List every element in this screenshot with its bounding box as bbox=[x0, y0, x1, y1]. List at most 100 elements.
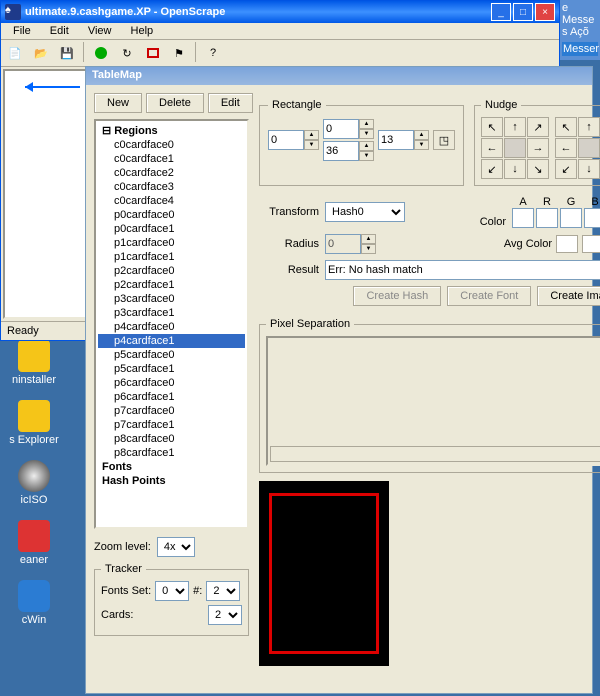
spin-up[interactable]: ▲ bbox=[359, 141, 374, 151]
edit-button[interactable]: Edit bbox=[208, 93, 253, 113]
spin-down[interactable]: ▼ bbox=[359, 129, 374, 139]
tree-item[interactable]: p2cardface1 bbox=[98, 278, 245, 292]
color-b[interactable] bbox=[584, 208, 600, 228]
cards-label: Cards: bbox=[101, 609, 133, 621]
tree-root-fonts[interactable]: Fonts bbox=[98, 460, 245, 474]
cards-select[interactable]: 2 bbox=[208, 605, 242, 625]
save-icon[interactable]: 💾 bbox=[55, 42, 79, 64]
tree-view[interactable]: ⊟ Regions c0cardface0c0cardface1c0cardfa… bbox=[94, 119, 249, 529]
nudge-nw[interactable]: ↖ bbox=[555, 117, 577, 137]
rect-y2[interactable] bbox=[378, 130, 414, 150]
tree-root-regions[interactable]: ⊟ Regions bbox=[98, 123, 245, 138]
menu-file[interactable]: File bbox=[5, 23, 39, 39]
refresh-icon[interactable]: ↻ bbox=[115, 42, 139, 64]
titlebar[interactable]: ♠ ultimate.9.cashgame.XP - OpenScrape _ … bbox=[1, 1, 559, 23]
tree-item[interactable]: p8cardface0 bbox=[98, 432, 245, 446]
tree-item[interactable]: c0cardface2 bbox=[98, 166, 245, 180]
zoom-select[interactable]: 4x bbox=[157, 537, 195, 557]
rect-x2[interactable] bbox=[323, 141, 359, 161]
red-box-icon[interactable] bbox=[141, 42, 165, 64]
delete-button[interactable]: Delete bbox=[146, 93, 204, 113]
tree-item[interactable]: p7cardface1 bbox=[98, 418, 245, 432]
color-r[interactable] bbox=[536, 208, 558, 228]
spin-down[interactable]: ▼ bbox=[304, 140, 319, 150]
spin-down[interactable]: ▼ bbox=[359, 151, 374, 161]
nudge-w[interactable]: ← bbox=[481, 138, 503, 158]
nudge-s[interactable]: ↓ bbox=[578, 159, 600, 179]
tree-item[interactable]: c0cardface3 bbox=[98, 180, 245, 194]
minimize-button[interactable]: _ bbox=[491, 3, 511, 21]
desktop-icon[interactable]: cWin bbox=[4, 580, 64, 626]
tree-item[interactable]: c0cardface1 bbox=[98, 152, 245, 166]
nudge-w[interactable]: ← bbox=[555, 138, 577, 158]
tree-item[interactable]: p4cardface0 bbox=[98, 320, 245, 334]
desktop-icon[interactable]: icISO bbox=[4, 460, 64, 506]
nudge-se[interactable]: ↘ bbox=[527, 159, 549, 179]
rect-draw-icon[interactable]: ◳ bbox=[433, 130, 455, 150]
flag-icon[interactable]: ⚑ bbox=[167, 42, 191, 64]
nudge-nw[interactable]: ↖ bbox=[481, 117, 503, 137]
spin-down[interactable]: ▼ bbox=[361, 244, 376, 254]
tree-item[interactable]: p5cardface1 bbox=[98, 362, 245, 376]
create-image-button[interactable]: Create Image bbox=[537, 286, 600, 306]
spin-up[interactable]: ▲ bbox=[304, 130, 319, 140]
color-label: Color bbox=[446, 216, 506, 228]
maximize-button[interactable]: □ bbox=[513, 3, 533, 21]
nudge-s[interactable]: ↓ bbox=[504, 159, 526, 179]
nudge-sw[interactable]: ↙ bbox=[555, 159, 577, 179]
horizontal-scrollbar[interactable] bbox=[270, 446, 600, 462]
spin-down[interactable]: ▼ bbox=[414, 140, 429, 150]
desktop-icon[interactable]: s Explorer bbox=[4, 400, 64, 446]
green-circle-icon[interactable] bbox=[89, 42, 113, 64]
avgcolor-label: Avg Color bbox=[492, 238, 552, 250]
tree-item[interactable]: p7cardface0 bbox=[98, 404, 245, 418]
nudge-group: Nudge ↖↑↗ ←→ ↙↓↘ ↖↑↗ ←→ ↙↓↘ bbox=[474, 99, 600, 186]
tree-item[interactable]: p0cardface1 bbox=[98, 222, 245, 236]
color-a-label: A bbox=[512, 196, 534, 208]
preview-outline bbox=[269, 493, 379, 654]
new-icon[interactable]: 📄 bbox=[3, 42, 27, 64]
color-a[interactable] bbox=[512, 208, 534, 228]
nudge-sw[interactable]: ↙ bbox=[481, 159, 503, 179]
tree-root-hashpoints[interactable]: Hash Points bbox=[98, 474, 245, 488]
color-g[interactable] bbox=[560, 208, 582, 228]
desktop-icon[interactable]: ninstaller bbox=[4, 340, 64, 386]
nudge-e[interactable]: → bbox=[527, 138, 549, 158]
tree-item[interactable]: p1cardface1 bbox=[98, 250, 245, 264]
transform-label: Transform bbox=[259, 206, 319, 218]
result-output bbox=[325, 260, 600, 280]
tree-item[interactable]: p1cardface0 bbox=[98, 236, 245, 250]
spin-up[interactable]: ▲ bbox=[359, 119, 374, 129]
tree-item[interactable]: p8cardface1 bbox=[98, 446, 245, 460]
pixsep-legend: Pixel Separation bbox=[266, 318, 354, 330]
nudge-n[interactable]: ↑ bbox=[504, 117, 526, 137]
tree-item[interactable]: c0cardface0 bbox=[98, 138, 245, 152]
fonts-set-select[interactable]: 0 bbox=[155, 581, 189, 601]
open-icon[interactable]: 📂 bbox=[29, 42, 53, 64]
tree-item[interactable]: p0cardface0 bbox=[98, 208, 245, 222]
rect-y1[interactable] bbox=[323, 119, 359, 139]
tree-item[interactable]: p6cardface0 bbox=[98, 376, 245, 390]
new-button[interactable]: New bbox=[94, 93, 142, 113]
tree-item[interactable]: p5cardface0 bbox=[98, 348, 245, 362]
spin-up[interactable]: ▲ bbox=[414, 130, 429, 140]
tree-item[interactable]: c0cardface4 bbox=[98, 194, 245, 208]
help-icon[interactable]: ? bbox=[201, 42, 225, 64]
tree-item[interactable]: p4cardface1 bbox=[98, 334, 245, 348]
transform-select[interactable]: Hash0 bbox=[325, 202, 405, 222]
tree-item[interactable]: p3cardface1 bbox=[98, 306, 245, 320]
menu-view[interactable]: View bbox=[80, 23, 120, 39]
dialog-title[interactable]: TableMap bbox=[86, 67, 592, 85]
hash-num-select[interactable]: 2 bbox=[206, 581, 240, 601]
desktop-icon[interactable]: eaner bbox=[4, 520, 64, 566]
tree-item[interactable]: p6cardface1 bbox=[98, 390, 245, 404]
tree-item[interactable]: p2cardface0 bbox=[98, 264, 245, 278]
rect-x1[interactable] bbox=[268, 130, 304, 150]
spin-up[interactable]: ▲ bbox=[361, 234, 376, 244]
nudge-n[interactable]: ↑ bbox=[578, 117, 600, 137]
tree-item[interactable]: p3cardface0 bbox=[98, 292, 245, 306]
menu-edit[interactable]: Edit bbox=[42, 23, 77, 39]
nudge-ne[interactable]: ↗ bbox=[527, 117, 549, 137]
menu-help[interactable]: Help bbox=[123, 23, 162, 39]
close-button[interactable]: × bbox=[535, 3, 555, 21]
